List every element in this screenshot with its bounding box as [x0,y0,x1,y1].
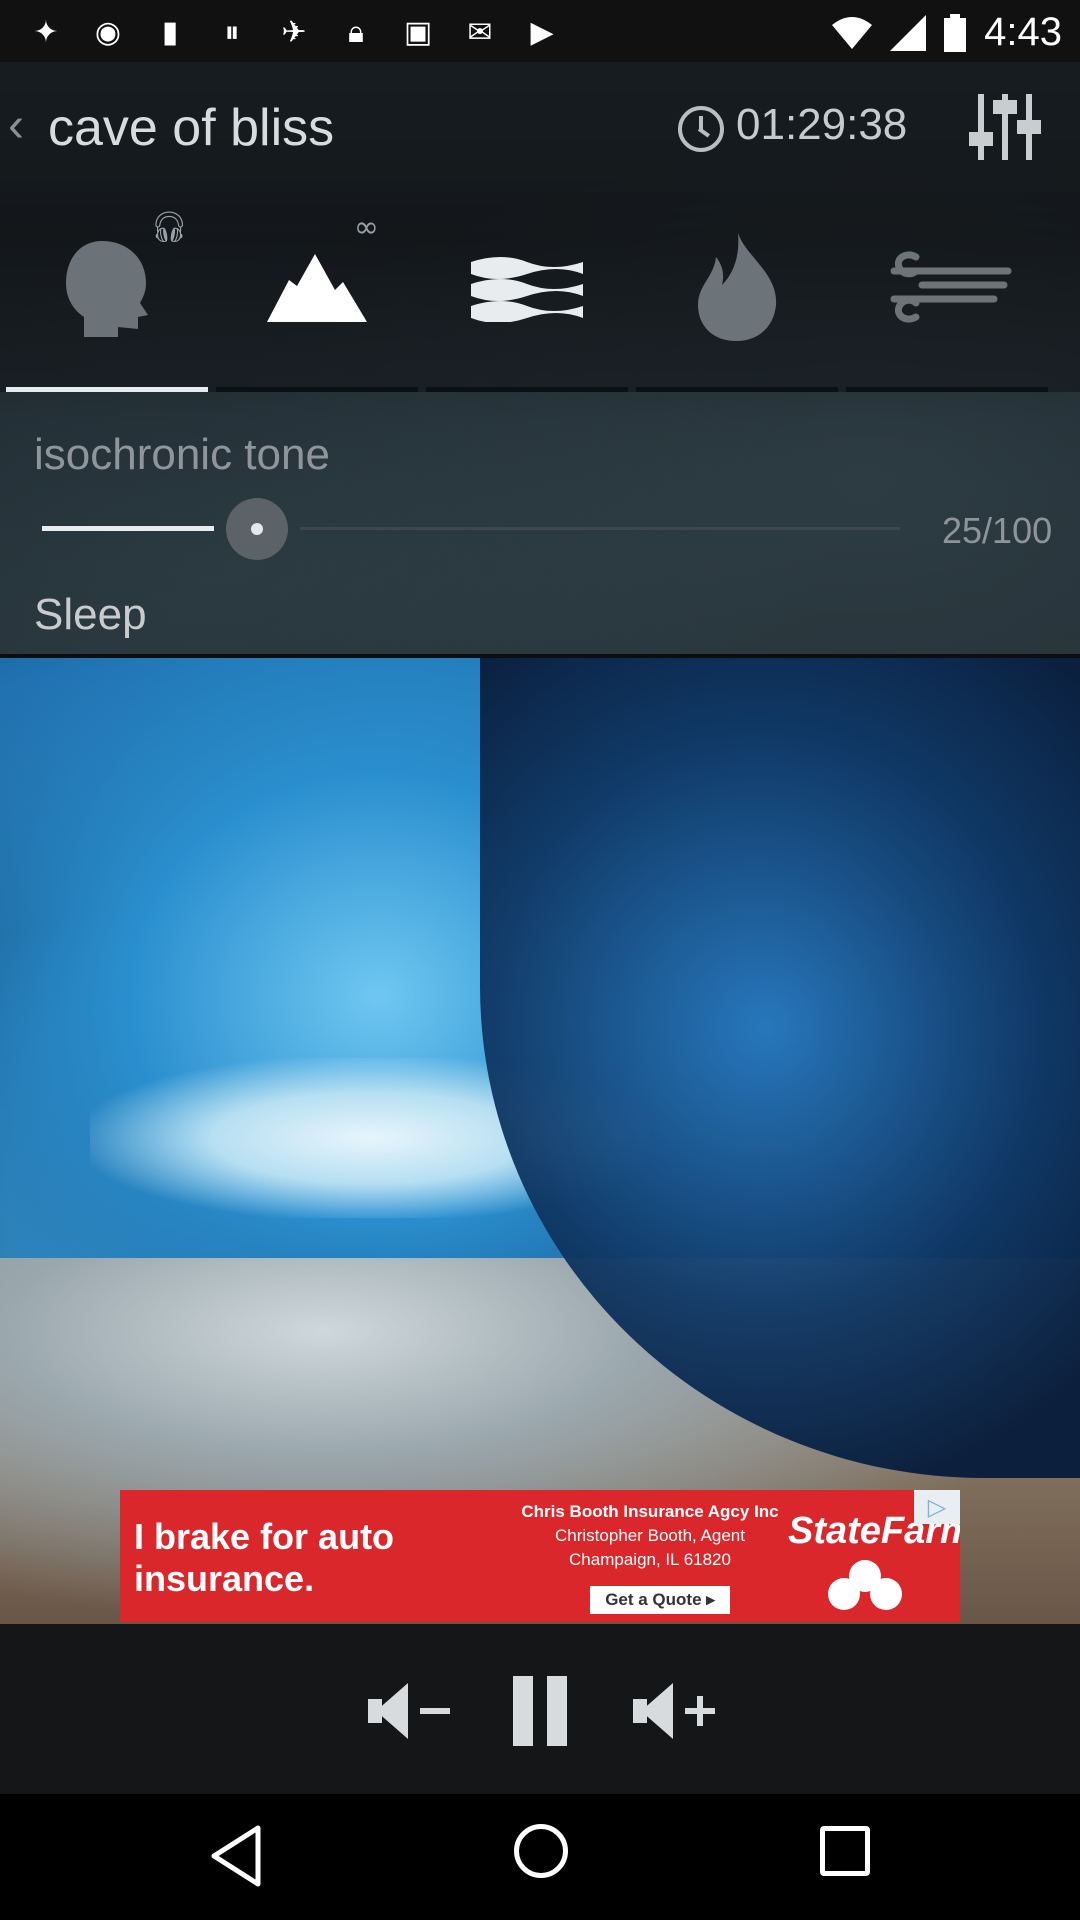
signal-icon [890,14,927,51]
status-time: 4:43 [984,10,1062,54]
wifi-icon [832,16,873,49]
play-store-icon: ▶ [530,14,554,50]
plus-icon [685,1696,715,1726]
pause-circle-icon: ⏸ [224,14,240,50]
tab-head[interactable]: 🎧︎ [2,192,212,392]
tab-mountain[interactable]: ∞ [212,192,422,392]
sound-tabs: 🎧︎ ∞ [0,192,1080,392]
tone-label: isochronic tone [34,430,330,479]
status-right: 4:43 [832,10,1062,55]
header: ‹ cave of bliss [0,62,1080,192]
back-nav-icon[interactable] [208,1824,264,1888]
app-icon: ◉ [94,14,122,50]
volume-down-icon [368,1683,408,1739]
ad-quote-button[interactable]: Get a Quote ▸ [590,1586,730,1614]
notification-icon: ✦ [33,14,59,50]
ad-agent-line: Chris Booth Insurance Agcy Inc [521,1502,779,1521]
adchoices-icon[interactable]: ▷ [914,1490,960,1524]
tab-indicator [846,387,1048,392]
slider-track[interactable] [300,527,900,530]
ad-headline: I brake for auto insurance. [134,1516,395,1599]
tab-waves[interactable] [422,192,632,392]
volume-up-button[interactable] [624,1666,724,1756]
fake-gps-icon: ✈ [281,14,307,50]
head-icon [66,241,148,337]
status-bar: ✦ ◉ ▮ ⏸ ✈ 🔒︎ ▣ ✉ ▶ 4:43 [0,0,1080,62]
pause-icon [547,1676,567,1746]
volume-down-button[interactable] [362,1666,456,1756]
navigation-bar [0,1794,1080,1920]
check-mail-icon: ✉ [467,14,493,50]
timer-value[interactable]: 01:29:38 [736,100,907,150]
pause-icon [513,1676,533,1746]
equalizer-settings-icon[interactable] [969,94,1041,160]
cave-image [0,658,1080,1624]
fire-icon [698,233,777,341]
recents-nav-icon[interactable] [820,1826,870,1876]
player-controls [0,1624,1080,1794]
tab-indicator [426,387,628,392]
game-icon: ▣ [403,14,433,50]
statefarm-logo-icon [820,1560,910,1610]
home-nav-icon[interactable] [514,1824,568,1878]
status-icons: ✦ ◉ ▮ ⏸ ✈ 🔒︎ ▣ ✉ ▶ [26,12,562,52]
minus-icon [420,1708,450,1714]
back-icon[interactable]: ‹ [8,98,24,153]
ifttt-icon: ▮ [161,14,179,50]
app-screen: ✦ ◉ ▮ ⏸ ✈ 🔒︎ ▣ ✉ ▶ 4:43 ‹ cave of bliss … [0,0,1080,1920]
ad-agent-line: Champaign, IL 61820 [569,1550,731,1569]
volume-up-icon [633,1683,673,1739]
preset-label[interactable]: Sleep [34,590,147,640]
lock-icon: 🔒︎ [348,14,364,50]
tab-wind[interactable] [842,192,1052,392]
tab-indicator [216,387,418,392]
ad-agent-info: Chris Booth Insurance Agcy Inc Christoph… [520,1500,780,1572]
page-title: cave of bliss [48,99,335,157]
slider-thumb-center [251,523,263,535]
wind-icon [890,251,1012,323]
tab-indicator [6,387,208,392]
battery-icon [944,13,967,52]
mountain-icon [267,254,367,322]
slider-fill [42,526,214,531]
waves-icon [471,257,583,322]
tab-indicator [636,387,838,392]
tab-fire[interactable] [632,192,842,392]
ad-agent-line: Christopher Booth, Agent [555,1526,745,1545]
ad-banner[interactable]: I brake for auto insurance. Chris Booth … [120,1490,960,1622]
timer-icon[interactable] [678,106,724,152]
slider-value: 25/100 [942,510,1053,551]
pause-button[interactable] [506,1666,574,1756]
